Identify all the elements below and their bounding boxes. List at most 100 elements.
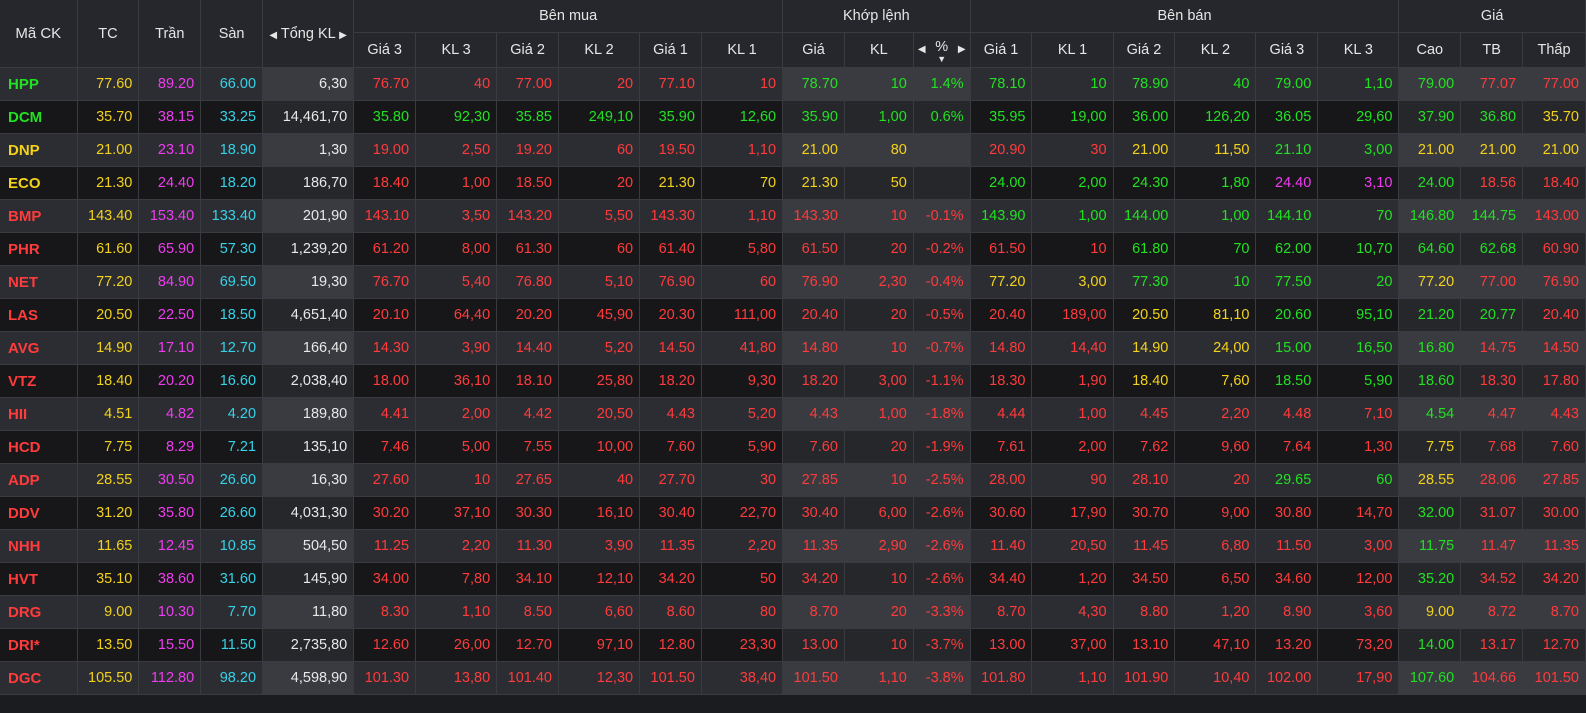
bid-volume-3-cell[interactable]: 10 <box>415 463 498 497</box>
bid-price-3-cell[interactable]: 4.41 <box>353 397 417 431</box>
bid-volume-3-cell[interactable]: 2,20 <box>415 529 498 563</box>
ask-price-3-cell[interactable]: 34.60 <box>1255 562 1319 596</box>
ask-volume-3-cell[interactable]: 3,00 <box>1317 529 1400 563</box>
bid-price-1-cell[interactable]: 77.10 <box>639 67 702 101</box>
ask-volume-1-cell[interactable]: 10 <box>1031 232 1114 266</box>
match-price-cell[interactable]: 143.30 <box>782 199 845 233</box>
bid-price-3-cell[interactable]: 19.00 <box>353 133 417 167</box>
header-sell-col[interactable]: KL 2 <box>1174 32 1257 68</box>
bid-volume-1-cell[interactable]: 111,00 <box>701 298 784 332</box>
ask-price-2-cell[interactable]: 144.00 <box>1113 199 1176 233</box>
ask-price-1-cell[interactable]: 34.40 <box>970 562 1033 596</box>
ask-price-2-cell[interactable]: 34.50 <box>1113 562 1176 596</box>
sort-down-icon[interactable]: ▼ <box>920 54 964 63</box>
bid-volume-2-cell[interactable]: 12,10 <box>558 562 641 596</box>
bid-price-3-cell[interactable]: 76.70 <box>353 265 417 299</box>
ask-volume-1-cell[interactable]: 4,30 <box>1031 595 1114 629</box>
header-sell-col[interactable]: KL 3 <box>1317 32 1400 68</box>
bid-volume-1-cell[interactable]: 50 <box>701 562 784 596</box>
ask-price-1-cell[interactable]: 8.70 <box>970 595 1033 629</box>
bid-volume-3-cell[interactable]: 2,50 <box>415 133 498 167</box>
bid-price-2-cell[interactable]: 20.20 <box>496 298 559 332</box>
table-row[interactable]: PHR 61.60 65.90 57.30 1,239,20 61.20 8,00 61.30… <box>0 232 1586 266</box>
match-price-cell[interactable]: 7.60 <box>782 430 845 464</box>
header-match-volume[interactable]: KL <box>844 32 914 68</box>
ask-volume-1-cell[interactable]: 2,00 <box>1031 166 1114 200</box>
symbol-cell[interactable]: HPP <box>0 67 78 101</box>
bid-price-2-cell[interactable]: 18.10 <box>496 364 559 398</box>
bid-price-1-cell[interactable]: 4.43 <box>639 397 702 431</box>
symbol-cell[interactable]: HCD <box>0 430 78 464</box>
table-row[interactable]: HCD 7.75 8.29 7.21 135,10 7.46 5,00 7.55 10,00 7.… <box>0 430 1586 464</box>
symbol-cell[interactable]: HII <box>0 397 78 431</box>
ask-price-1-cell[interactable]: 11.40 <box>970 529 1033 563</box>
ask-volume-1-cell[interactable]: 90 <box>1031 463 1114 497</box>
ask-volume-2-cell[interactable]: 24,00 <box>1174 331 1257 365</box>
bid-price-3-cell[interactable]: 143.10 <box>353 199 417 233</box>
bid-price-3-cell[interactable]: 14.30 <box>353 331 417 365</box>
arrow-left-icon[interactable]: ◀ <box>269 30 277 41</box>
ask-price-1-cell[interactable]: 61.50 <box>970 232 1033 266</box>
ask-volume-1-cell[interactable]: 37,00 <box>1031 628 1114 662</box>
ask-price-3-cell[interactable]: 144.10 <box>1255 199 1319 233</box>
bid-volume-2-cell[interactable]: 249,10 <box>558 100 641 134</box>
ask-price-1-cell[interactable]: 7.61 <box>970 430 1033 464</box>
table-row[interactable]: NHH 11.65 12.45 10.85 504,50 11.25 2,20 11.30 3,… <box>0 529 1586 563</box>
ask-price-2-cell[interactable]: 61.80 <box>1113 232 1176 266</box>
match-price-cell[interactable]: 14.80 <box>782 331 845 365</box>
ask-price-2-cell[interactable]: 77.30 <box>1113 265 1176 299</box>
arrow-right-icon[interactable]: ▶ <box>958 44 966 55</box>
bid-volume-1-cell[interactable]: 22,70 <box>701 496 784 530</box>
bid-price-3-cell[interactable]: 34.00 <box>353 562 417 596</box>
ask-price-3-cell[interactable]: 29.65 <box>1255 463 1319 497</box>
bid-volume-1-cell[interactable]: 70 <box>701 166 784 200</box>
ask-price-1-cell[interactable]: 4.44 <box>970 397 1033 431</box>
match-price-cell[interactable]: 11.35 <box>782 529 845 563</box>
ask-volume-1-cell[interactable]: 1,00 <box>1031 397 1114 431</box>
match-price-cell[interactable]: 35.90 <box>782 100 845 134</box>
ask-volume-2-cell[interactable]: 1,80 <box>1174 166 1257 200</box>
bid-volume-3-cell[interactable]: 92,30 <box>415 100 498 134</box>
bid-price-2-cell[interactable]: 18.50 <box>496 166 559 200</box>
ask-price-2-cell[interactable]: 24.30 <box>1113 166 1176 200</box>
ask-volume-1-cell[interactable]: 30 <box>1031 133 1114 167</box>
ask-price-3-cell[interactable]: 13.20 <box>1255 628 1319 662</box>
ask-volume-3-cell[interactable]: 12,00 <box>1317 562 1400 596</box>
ask-price-1-cell[interactable]: 24.00 <box>970 166 1033 200</box>
match-price-cell[interactable]: 27.85 <box>782 463 845 497</box>
table-row[interactable]: HII 4.51 4.82 4.20 189,80 4.41 2,00 4.42 20,50 4.… <box>0 397 1586 431</box>
header-sell-col[interactable]: Giá 2 <box>1113 32 1176 68</box>
bid-price-1-cell[interactable]: 30.40 <box>639 496 702 530</box>
table-row[interactable]: DRG 9.00 10.30 7.70 11,80 8.30 1,10 8.50 6,60 8.6… <box>0 595 1586 629</box>
table-row[interactable]: DDV 31.20 35.80 26.60 4,031,30 30.20 37,10 30.3… <box>0 496 1586 530</box>
ask-price-1-cell[interactable]: 30.60 <box>970 496 1033 530</box>
bid-price-1-cell[interactable]: 27.70 <box>639 463 702 497</box>
ask-volume-1-cell[interactable]: 189,00 <box>1031 298 1114 332</box>
ask-price-1-cell[interactable]: 20.90 <box>970 133 1033 167</box>
ask-volume-1-cell[interactable]: 2,00 <box>1031 430 1114 464</box>
ask-volume-3-cell[interactable]: 3,10 <box>1317 166 1400 200</box>
bid-volume-1-cell[interactable]: 41,80 <box>701 331 784 365</box>
bid-price-2-cell[interactable]: 11.30 <box>496 529 559 563</box>
ask-volume-1-cell[interactable]: 14,40 <box>1031 331 1114 365</box>
ask-price-1-cell[interactable]: 14.80 <box>970 331 1033 365</box>
ask-volume-3-cell[interactable]: 70 <box>1317 199 1400 233</box>
ask-volume-2-cell[interactable]: 10 <box>1174 265 1257 299</box>
ask-volume-1-cell[interactable]: 19,00 <box>1031 100 1114 134</box>
bid-price-2-cell[interactable]: 30.30 <box>496 496 559 530</box>
ask-price-1-cell[interactable]: 18.30 <box>970 364 1033 398</box>
ask-volume-2-cell[interactable]: 9,00 <box>1174 496 1257 530</box>
symbol-cell[interactable]: PHR <box>0 232 78 266</box>
ask-volume-1-cell[interactable]: 10 <box>1031 67 1114 101</box>
bid-price-2-cell[interactable]: 101.40 <box>496 661 559 695</box>
bid-volume-1-cell[interactable]: 12,60 <box>701 100 784 134</box>
symbol-cell[interactable]: NET <box>0 265 78 299</box>
symbol-cell[interactable]: DNP <box>0 133 78 167</box>
table-row[interactable]: ADP 28.55 30.50 26.60 16,30 27.60 10 27.65 40 27.… <box>0 463 1586 497</box>
bid-price-3-cell[interactable]: 18.00 <box>353 364 417 398</box>
bid-volume-2-cell[interactable]: 20 <box>558 67 641 101</box>
ask-price-2-cell[interactable]: 36.00 <box>1113 100 1176 134</box>
bid-price-2-cell[interactable]: 4.42 <box>496 397 559 431</box>
match-price-cell[interactable]: 4.43 <box>782 397 845 431</box>
header-price-col[interactable]: TB <box>1460 32 1524 68</box>
